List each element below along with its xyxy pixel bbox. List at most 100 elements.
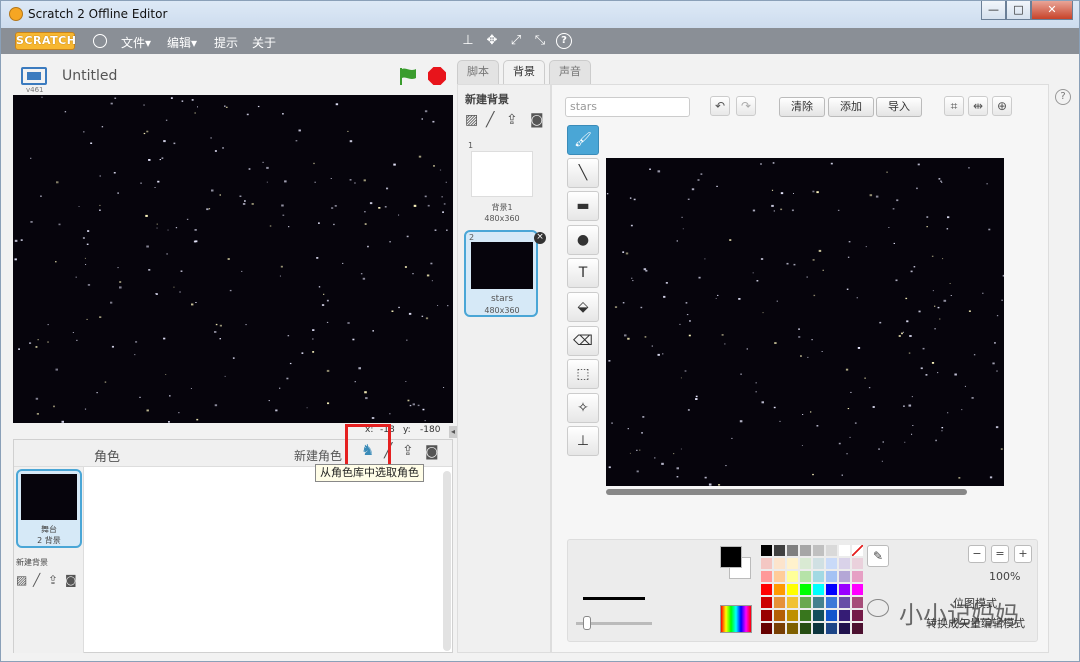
color-swatch[interactable]: [813, 584, 824, 595]
color-swatch[interactable]: [761, 558, 772, 569]
help-icon[interactable]: ?: [556, 33, 572, 49]
color-swatch[interactable]: [787, 545, 798, 556]
stage-thumbnail[interactable]: 舞台 2 背景: [16, 469, 82, 548]
color-swatch[interactable]: [774, 558, 785, 569]
brush-tool[interactable]: 🖌: [567, 125, 599, 155]
stamp-icon[interactable]: ⊥: [460, 33, 476, 49]
language-globe-icon[interactable]: [93, 34, 107, 48]
color-swatch[interactable]: [761, 610, 772, 621]
color-swatch[interactable]: [774, 610, 785, 621]
ellipse-tool[interactable]: ●: [567, 225, 599, 255]
color-swatch[interactable]: [826, 597, 837, 608]
color-swatch[interactable]: [813, 545, 824, 556]
color-swatch[interactable]: [787, 571, 798, 582]
color-swatch[interactable]: [852, 545, 863, 556]
color-swatch[interactable]: [839, 584, 850, 595]
fill-tool[interactable]: ⬙: [567, 292, 599, 322]
menu-file[interactable]: 文件▾: [121, 34, 151, 51]
green-flag-icon[interactable]: [398, 67, 418, 85]
color-swatch[interactable]: [852, 571, 863, 582]
tab-backdrops[interactable]: 背景: [503, 60, 545, 85]
color-swatch[interactable]: [826, 545, 837, 556]
color-swatch[interactable]: [761, 571, 772, 582]
canvas-horizontal-scrollbar[interactable]: [606, 489, 967, 495]
upload-backdrop-icon[interactable]: ⇪: [48, 573, 58, 587]
backdrop-library-icon[interactable]: ▨: [16, 573, 27, 587]
color-swatch[interactable]: [813, 597, 824, 608]
camera-backdrop-icon[interactable]: ◙: [530, 113, 544, 127]
line-tool[interactable]: ╲: [567, 158, 599, 188]
menu-edit[interactable]: 编辑▾: [167, 34, 197, 51]
stop-icon[interactable]: [428, 67, 446, 85]
tab-scripts[interactable]: 脚本: [457, 60, 499, 84]
color-swatch[interactable]: [813, 610, 824, 621]
color-swatch[interactable]: [826, 584, 837, 595]
stage-canvas[interactable]: [13, 95, 453, 423]
color-swatch[interactable]: [800, 545, 811, 556]
project-title[interactable]: Untitled: [62, 68, 117, 84]
color-swatch[interactable]: [839, 545, 850, 556]
cut-icon[interactable]: ✥: [484, 33, 500, 49]
crop-icon[interactable]: ⌗: [944, 96, 964, 116]
color-swatch[interactable]: [826, 610, 837, 621]
stamp-tool[interactable]: ⊥: [567, 426, 599, 456]
paint-backdrop-icon[interactable]: ╱: [486, 113, 494, 127]
color-swatch[interactable]: [852, 584, 863, 595]
color-swatch[interactable]: [787, 610, 798, 621]
eraser-tool[interactable]: ⌫: [567, 326, 599, 356]
text-tool[interactable]: T: [567, 258, 599, 288]
menu-about[interactable]: 关于: [252, 34, 276, 51]
color-swatch[interactable]: [839, 571, 850, 582]
zoom-reset-button[interactable]: =: [991, 545, 1009, 563]
backdrop-library-icon[interactable]: ▨: [465, 113, 478, 127]
color-swatch[interactable]: [839, 623, 850, 634]
grow-icon[interactable]: ⤢: [508, 33, 524, 49]
color-swatch[interactable]: [826, 558, 837, 569]
color-swatch[interactable]: [787, 623, 798, 634]
maximize-button[interactable]: □: [1006, 1, 1031, 20]
color-swatch[interactable]: [800, 584, 811, 595]
color-swatch[interactable]: [774, 597, 785, 608]
color-swatch[interactable]: [800, 597, 811, 608]
collapse-stage-icon[interactable]: ◂: [449, 426, 457, 438]
color-swatch[interactable]: [852, 558, 863, 569]
line-width-slider-handle[interactable]: [583, 616, 591, 630]
set-center-icon[interactable]: ⊕: [992, 96, 1012, 116]
help-side-icon[interactable]: ?: [1055, 89, 1071, 105]
camera-sprite-icon[interactable]: ◙: [425, 445, 439, 459]
eyedropper-icon[interactable]: ✎: [867, 545, 889, 567]
color-swatch[interactable]: [813, 623, 824, 634]
rectangle-tool[interactable]: ▬: [567, 191, 599, 221]
color-swatch[interactable]: [761, 545, 772, 556]
color-swatch[interactable]: [800, 558, 811, 569]
color-swatch[interactable]: [774, 545, 785, 556]
color-swatch[interactable]: [761, 623, 772, 634]
minimize-button[interactable]: —: [981, 1, 1006, 20]
tab-sounds[interactable]: 声音: [549, 60, 591, 84]
paint-backdrop-icon[interactable]: ╱: [33, 573, 40, 587]
costume-item-2[interactable]: 2 stars 480x360: [464, 230, 538, 317]
color-swatch[interactable]: [774, 623, 785, 634]
color-swatch[interactable]: [839, 558, 850, 569]
zoom-in-button[interactable]: +: [1014, 545, 1032, 563]
color-swatch[interactable]: [800, 571, 811, 582]
color-swatch[interactable]: [852, 610, 863, 621]
select-tool[interactable]: ⬚: [567, 359, 599, 389]
color-swatch[interactable]: [826, 571, 837, 582]
delete-costume-icon[interactable]: ×: [534, 232, 546, 244]
color-swatch[interactable]: [852, 597, 863, 608]
color-swatch[interactable]: [761, 597, 772, 608]
costume-item-1[interactable]: 1 背景1 480x360: [465, 140, 539, 224]
scratch-logo[interactable]: SCRATCH: [15, 32, 76, 50]
undo-icon[interactable]: ↶: [710, 96, 730, 116]
upload-backdrop-icon[interactable]: ⇪: [506, 113, 518, 127]
add-button[interactable]: 添加: [828, 97, 874, 117]
color-swatch[interactable]: [787, 597, 798, 608]
color-swatch[interactable]: [787, 558, 798, 569]
zoom-out-button[interactable]: −: [968, 545, 986, 563]
sprite-scrollbar[interactable]: [443, 471, 451, 651]
color-swatch[interactable]: [800, 623, 811, 634]
paint-canvas[interactable]: [606, 158, 1004, 486]
color-swatch[interactable]: [774, 584, 785, 595]
color-swatch[interactable]: [852, 623, 863, 634]
